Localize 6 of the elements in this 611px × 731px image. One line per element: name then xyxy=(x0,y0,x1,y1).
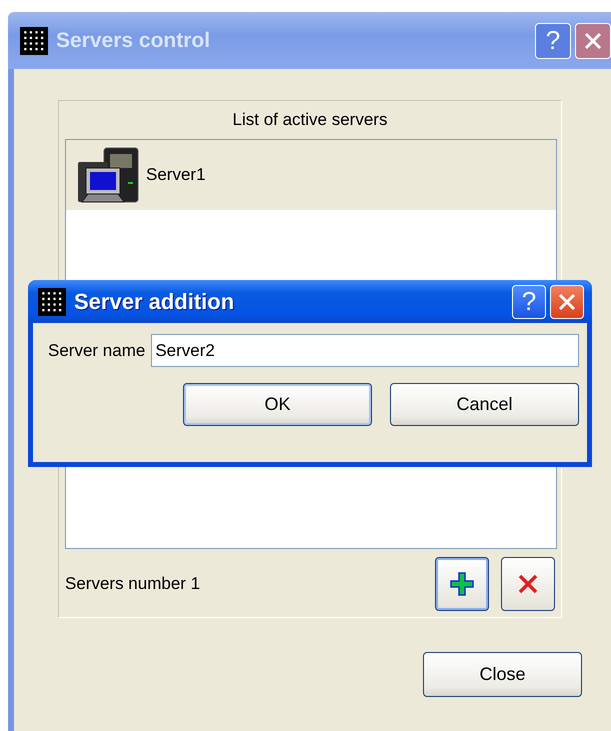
group-heading: List of active servers xyxy=(232,110,388,130)
server-name: Server1 xyxy=(146,165,206,185)
server-count: Servers number 1 xyxy=(64,574,202,594)
field-label: Server name xyxy=(48,340,146,360)
window-title: Server addition xyxy=(74,288,236,314)
window-title: Servers control xyxy=(56,28,212,52)
